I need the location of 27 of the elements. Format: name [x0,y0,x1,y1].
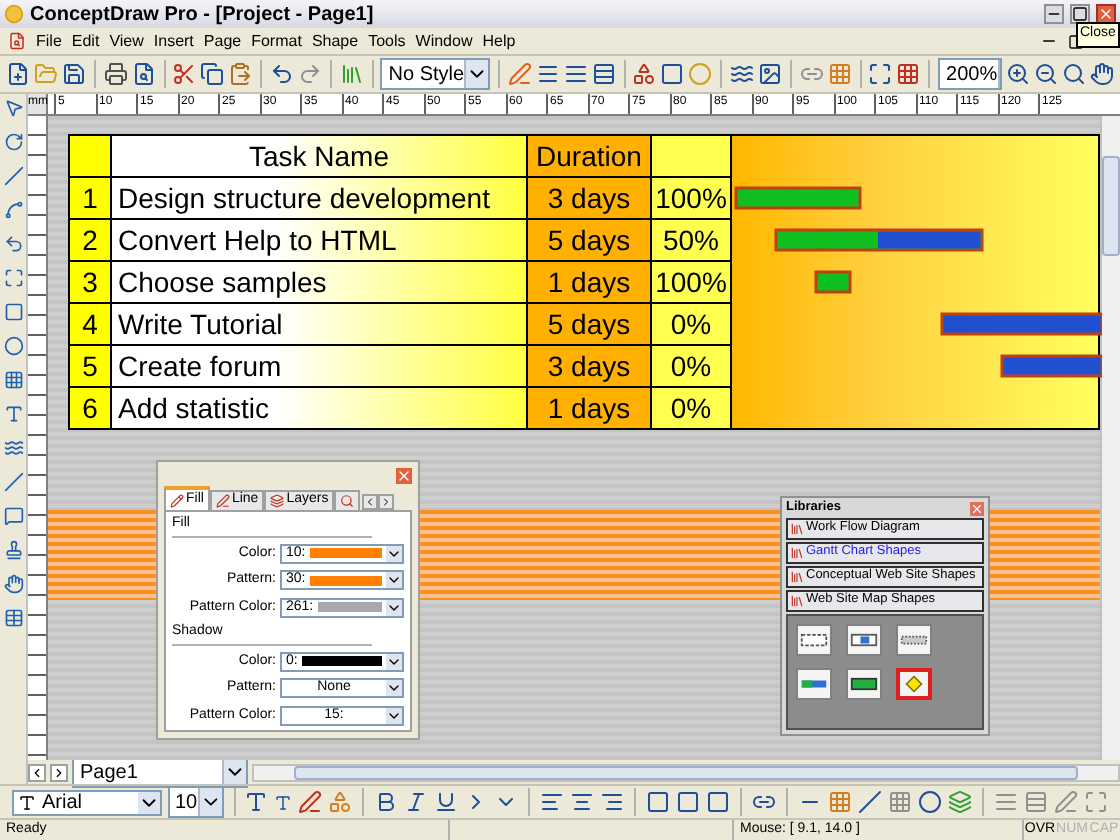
complete-cell: 50% [652,220,732,262]
duration-cell: 3 days [528,178,652,220]
complete-cell: 0% [652,304,732,346]
duration-cell: 1 days [528,262,652,304]
task-name-cell: Design structure development [112,178,528,220]
window-title: ConceptDraw Pro - [Project - Page1] [30,1,376,29]
task-name-cell: Write Tutorial [112,304,528,346]
duration-cell: 1 days [528,388,652,430]
task-name-cell: Choose samples [112,262,528,304]
column-header: Task Name [112,136,528,178]
column-header: Duration [528,136,652,178]
task-name-cell: Convert Help to HTML [112,220,528,262]
complete-cell: 0% [652,388,732,430]
row-number: 4 [70,304,112,346]
complete-cell: 100% [652,262,732,304]
task-name-cell: Create forum [112,346,528,388]
row-number: 1 [70,178,112,220]
duration-cell: 5 days [528,304,652,346]
row-number: 5 [70,346,112,388]
row-number: 3 [70,262,112,304]
duration-cell: 3 days [528,346,652,388]
task-name-cell: Add statistic [112,388,528,430]
complete-cell: 100% [652,178,732,220]
duration-cell: 5 days [528,220,652,262]
row-number: 2 [70,220,112,262]
complete-cell: 0% [652,346,732,388]
row-number: 6 [70,388,112,430]
